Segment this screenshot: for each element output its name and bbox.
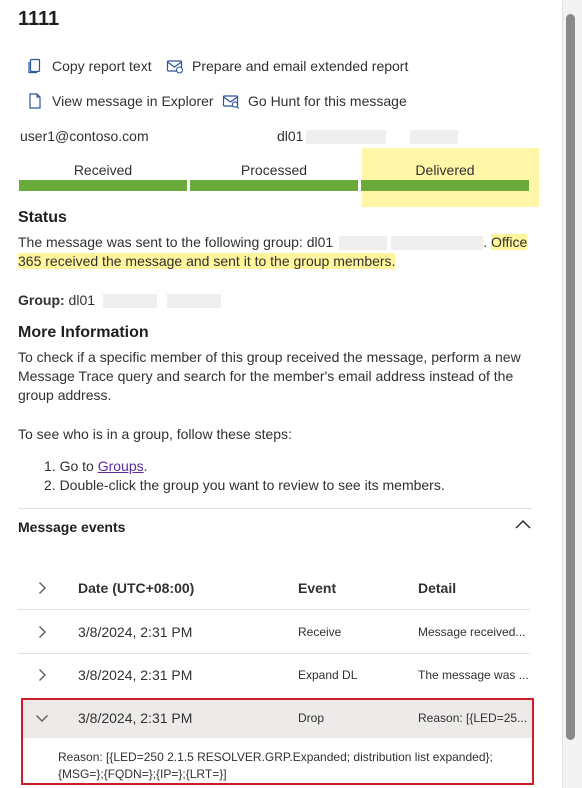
column-header-event[interactable]: Event [298,580,336,596]
chevron-right-icon[interactable] [35,625,49,639]
mail-report-icon [166,60,184,74]
status-heading: Status [18,209,67,226]
row-divider [18,653,530,654]
step-1-suffix: . [143,458,148,474]
more-info-paragraph-2: To see who is in a group, follow these s… [18,426,292,442]
status-text-before: The message was sent to the following gr… [18,234,334,250]
more-info-heading: More Information [18,324,149,341]
row-divider [18,609,530,610]
table-row-detail: Message received... [418,625,526,639]
progress-bar-processed [190,180,358,191]
message-events-heading: Message events [18,519,126,535]
go-hunt-label: Go Hunt for this message [248,93,407,109]
table-row-event: Expand DL [298,668,358,682]
table-row-event: Receive [298,625,342,639]
group-label: Group: [18,292,65,308]
view-in-explorer-button[interactable]: View message in Explorer [26,92,214,110]
step-2: 2. Double-click the group you want to re… [44,477,445,493]
more-info-paragraph-1: To check if a specific member of this gr… [18,349,521,403]
chevron-up-icon[interactable] [513,516,533,532]
view-explorer-label: View message in Explorer [52,93,214,109]
go-hunt-button[interactable]: Go Hunt for this message [222,92,407,110]
redacted-block [339,236,388,251]
page-title: 1111 [18,8,60,30]
steps-list: 1. Go to Groups. 2. Double-click the gro… [44,457,445,495]
progress-bar-received [19,180,187,191]
sender-address: user1@contoso.com [20,128,149,144]
progress-bar-delivered [361,180,529,191]
progress-step-received: Received [73,162,133,178]
chevron-right-icon[interactable] [35,668,49,682]
scrollbar-thumb[interactable] [566,14,575,740]
progress-step-processed: Processed [240,162,308,178]
copy-report-label: Copy report text [52,58,152,74]
hunt-mail-icon [222,95,240,109]
redacted-block [167,294,222,309]
status-text: The message was sent to the following gr… [18,234,528,269]
copy-icon [28,58,41,74]
step-1: 1. Go to Groups. [44,457,445,476]
redacted-block [391,236,484,251]
table-row-date: 3/8/2024, 2:31 PM [78,667,193,683]
redacted-block [103,294,158,309]
copy-report-button[interactable]: Copy report text [26,57,152,75]
table-row-detail: The message was ... [418,668,529,682]
progress-step-delivered: Delivered [415,162,475,178]
section-divider [18,508,532,509]
prepare-email-label: Prepare and email extended report [192,58,409,74]
recipient-prefix: dl01 [277,128,304,144]
column-header-detail[interactable]: Detail [418,580,456,596]
redacted-block [306,130,387,145]
chevron-right-icon[interactable] [35,581,49,595]
selection-highlight-box [21,698,534,785]
redacted-block [410,130,459,145]
groups-link[interactable]: Groups [98,458,144,474]
document-icon [29,93,41,109]
group-row: Group: dl01 [18,291,538,310]
group-value: dl01 [68,292,96,308]
table-row-date: 3/8/2024, 2:31 PM [78,624,193,640]
column-header-date[interactable]: Date (UTC+08:00) [78,580,194,596]
recipient-address: dl01 [277,128,459,145]
step-1-prefix: 1. Go to [44,458,98,474]
prepare-email-report-button[interactable]: Prepare and email extended report [166,57,408,75]
message-trace-panel: 1111 Copy report text Prepare and email … [0,0,562,788]
